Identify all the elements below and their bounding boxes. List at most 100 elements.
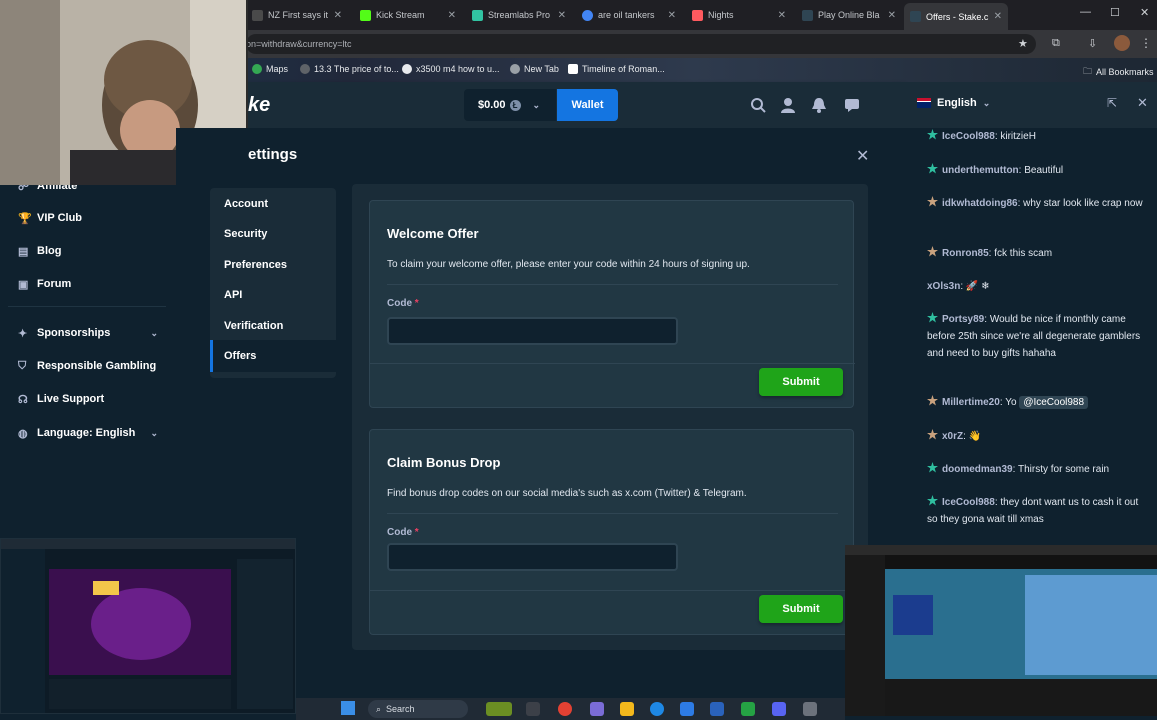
- settings-gear-icon[interactable]: [803, 702, 817, 716]
- chat-username[interactable]: Millertime20: [942, 397, 1000, 408]
- edge-icon[interactable]: [650, 702, 664, 716]
- app-icon[interactable]: [590, 702, 604, 716]
- sidebar-item-language[interactable]: ◍ Language: English ⌄: [18, 427, 158, 440]
- browser-tab[interactable]: Kick Stream ✕: [354, 4, 462, 26]
- chat-username[interactable]: x0rZ: [942, 431, 963, 442]
- chat-message: IceCool988: kiritzieH: [927, 128, 1149, 145]
- popout-icon[interactable]: ⇱: [1107, 96, 1117, 110]
- tab-security[interactable]: Security: [224, 228, 267, 240]
- chat-username[interactable]: idkwhatdoing86: [942, 198, 1018, 209]
- close-icon[interactable]: ✕: [334, 10, 342, 21]
- sidebar-item-forum[interactable]: ▣ Forum: [18, 278, 158, 291]
- chat-language-selector[interactable]: English ⌄: [917, 97, 990, 109]
- close-icon[interactable]: ✕: [668, 10, 676, 21]
- browser-tab[interactable]: Nights ✕: [686, 4, 792, 26]
- tab-label: Streamlabs Pro: [488, 10, 551, 20]
- browser-tab[interactable]: are oil tankers ✕: [576, 4, 682, 26]
- discord-icon[interactable]: [772, 702, 786, 716]
- windows-start-icon[interactable]: [341, 701, 355, 715]
- bookmark-star-icon[interactable]: ★: [1018, 37, 1028, 50]
- chat-username[interactable]: Portsy89: [942, 314, 984, 325]
- newtab-icon: [510, 64, 520, 74]
- avatar[interactable]: [1114, 35, 1130, 51]
- sidebar-item-vip-club[interactable]: 🏆 VIP Club: [18, 212, 158, 225]
- trophy-icon: 🏆: [18, 213, 32, 225]
- minimize-icon[interactable]: —: [1080, 6, 1091, 18]
- bookmark-item[interactable]: x3500 m4 how to u...: [402, 64, 500, 74]
- bookmark-item[interactable]: 13.3 The price of to...: [300, 64, 399, 74]
- task-view-icon[interactable]: [526, 702, 540, 716]
- code-label-text: Code: [387, 527, 412, 538]
- sidebar: ☍ Affiliate 🏆 VIP Club ▤ Blog ▣ Forum ✦ Spons…: [0, 128, 176, 538]
- app-icon[interactable]: [680, 702, 694, 716]
- browser-tab-active[interactable]: Offers - Stake.c ✕: [904, 3, 1008, 30]
- tab-preferences[interactable]: Preferences: [224, 259, 287, 271]
- bonus-submit-button[interactable]: Submit: [759, 595, 843, 623]
- search-icon[interactable]: [750, 97, 766, 113]
- welcome-offer-card: Welcome Offer To claim your welcome offe…: [369, 200, 855, 408]
- wallet-button[interactable]: Wallet: [557, 89, 618, 121]
- welcome-code-input[interactable]: [387, 317, 678, 345]
- app-icon[interactable]: [710, 702, 724, 716]
- close-icon[interactable]: ✕: [778, 10, 786, 21]
- menu-icon[interactable]: ⋮: [1140, 36, 1152, 50]
- all-bookmarks[interactable]: 🗀 All Bookmarks: [1083, 64, 1154, 80]
- sidebar-item-live-support[interactable]: ☊ Live Support: [18, 393, 158, 406]
- folder-icon: 🗀: [1083, 66, 1093, 76]
- close-icon[interactable]: ✕: [856, 146, 869, 166]
- app-icon[interactable]: [741, 702, 755, 716]
- tab-api[interactable]: API: [224, 289, 242, 301]
- weather-widget-icon[interactable]: [486, 702, 512, 716]
- sidebar-item-blog[interactable]: ▤ Blog: [18, 245, 158, 258]
- bookmark-item[interactable]: New Tab: [510, 64, 559, 74]
- maximize-icon[interactable]: ☐: [1110, 6, 1120, 19]
- bookmark-item[interactable]: Timeline of Roman...: [568, 64, 665, 74]
- chat-username[interactable]: Ronron85: [942, 248, 989, 259]
- chat-icon[interactable]: [844, 97, 860, 113]
- star-icon: [927, 395, 938, 406]
- tab-favicon-icon: [692, 9, 703, 21]
- chat-username[interactable]: IceCool988: [942, 497, 995, 508]
- close-icon[interactable]: ✕: [558, 10, 566, 21]
- browser-tab[interactable]: Play Online Bla ✕: [796, 4, 902, 26]
- chat-message: Millertime20: Yo @IceCool988: [927, 394, 1149, 411]
- close-icon[interactable]: ✕: [994, 11, 1002, 22]
- welcome-submit-button[interactable]: Submit: [759, 368, 843, 396]
- bell-icon[interactable]: [811, 97, 827, 113]
- music-app-image: [845, 545, 1157, 716]
- sidebar-divider: [8, 306, 166, 307]
- balance-selector[interactable]: $0.00 Ł ⌄: [464, 89, 556, 121]
- settings-title: ettings: [248, 146, 298, 163]
- stake-favicon-icon: [910, 11, 921, 22]
- bookmark-item[interactable]: Maps: [252, 64, 288, 74]
- extensions-icon[interactable]: ⧉: [1052, 37, 1060, 50]
- tab-offers[interactable]: Offers: [224, 350, 256, 362]
- tab-account[interactable]: Account: [224, 198, 268, 210]
- taskbar-search[interactable]: ⌕ Search: [368, 700, 468, 718]
- chrome-icon[interactable]: [558, 702, 572, 716]
- chat-username[interactable]: underthemutton: [942, 165, 1019, 176]
- chat-username[interactable]: IceCool988: [942, 131, 995, 142]
- chat-username[interactable]: doomedman39: [942, 464, 1013, 475]
- chat-username[interactable]: xOls3n: [927, 281, 960, 292]
- downloads-icon[interactable]: ⇩: [1088, 37, 1097, 50]
- close-icon[interactable]: ✕: [448, 10, 456, 21]
- sidebar-item-responsible-gambling[interactable]: ⛉ Responsible Gambling: [18, 360, 158, 372]
- window-close-icon[interactable]: ✕: [1140, 6, 1149, 19]
- close-icon[interactable]: ✕: [1137, 95, 1148, 111]
- bookmark-label: Maps: [266, 64, 289, 74]
- sidebar-item-label: VIP Club: [37, 212, 83, 224]
- tab-verification[interactable]: Verification: [224, 320, 283, 332]
- url-field[interactable]: on=withdraw&currency=ltc: [246, 34, 1036, 54]
- user-icon[interactable]: [780, 97, 796, 113]
- chat-mention[interactable]: @IceCool988: [1019, 396, 1089, 409]
- bonus-code-input[interactable]: [387, 543, 678, 571]
- bonus-drop-description: Find bonus drop codes on our social medi…: [387, 488, 747, 499]
- browser-tab[interactable]: NZ First says it ✕: [246, 4, 348, 26]
- stake-logo[interactable]: ke: [248, 94, 270, 117]
- bonus-drop-card: Claim Bonus Drop Find bonus drop codes o…: [369, 429, 855, 635]
- browser-tab[interactable]: Streamlabs Pro ✕: [466, 4, 572, 26]
- file-explorer-icon[interactable]: [620, 702, 634, 716]
- close-icon[interactable]: ✕: [888, 10, 896, 21]
- sidebar-item-sponsorships[interactable]: ✦ Sponsorships ⌄: [18, 327, 158, 340]
